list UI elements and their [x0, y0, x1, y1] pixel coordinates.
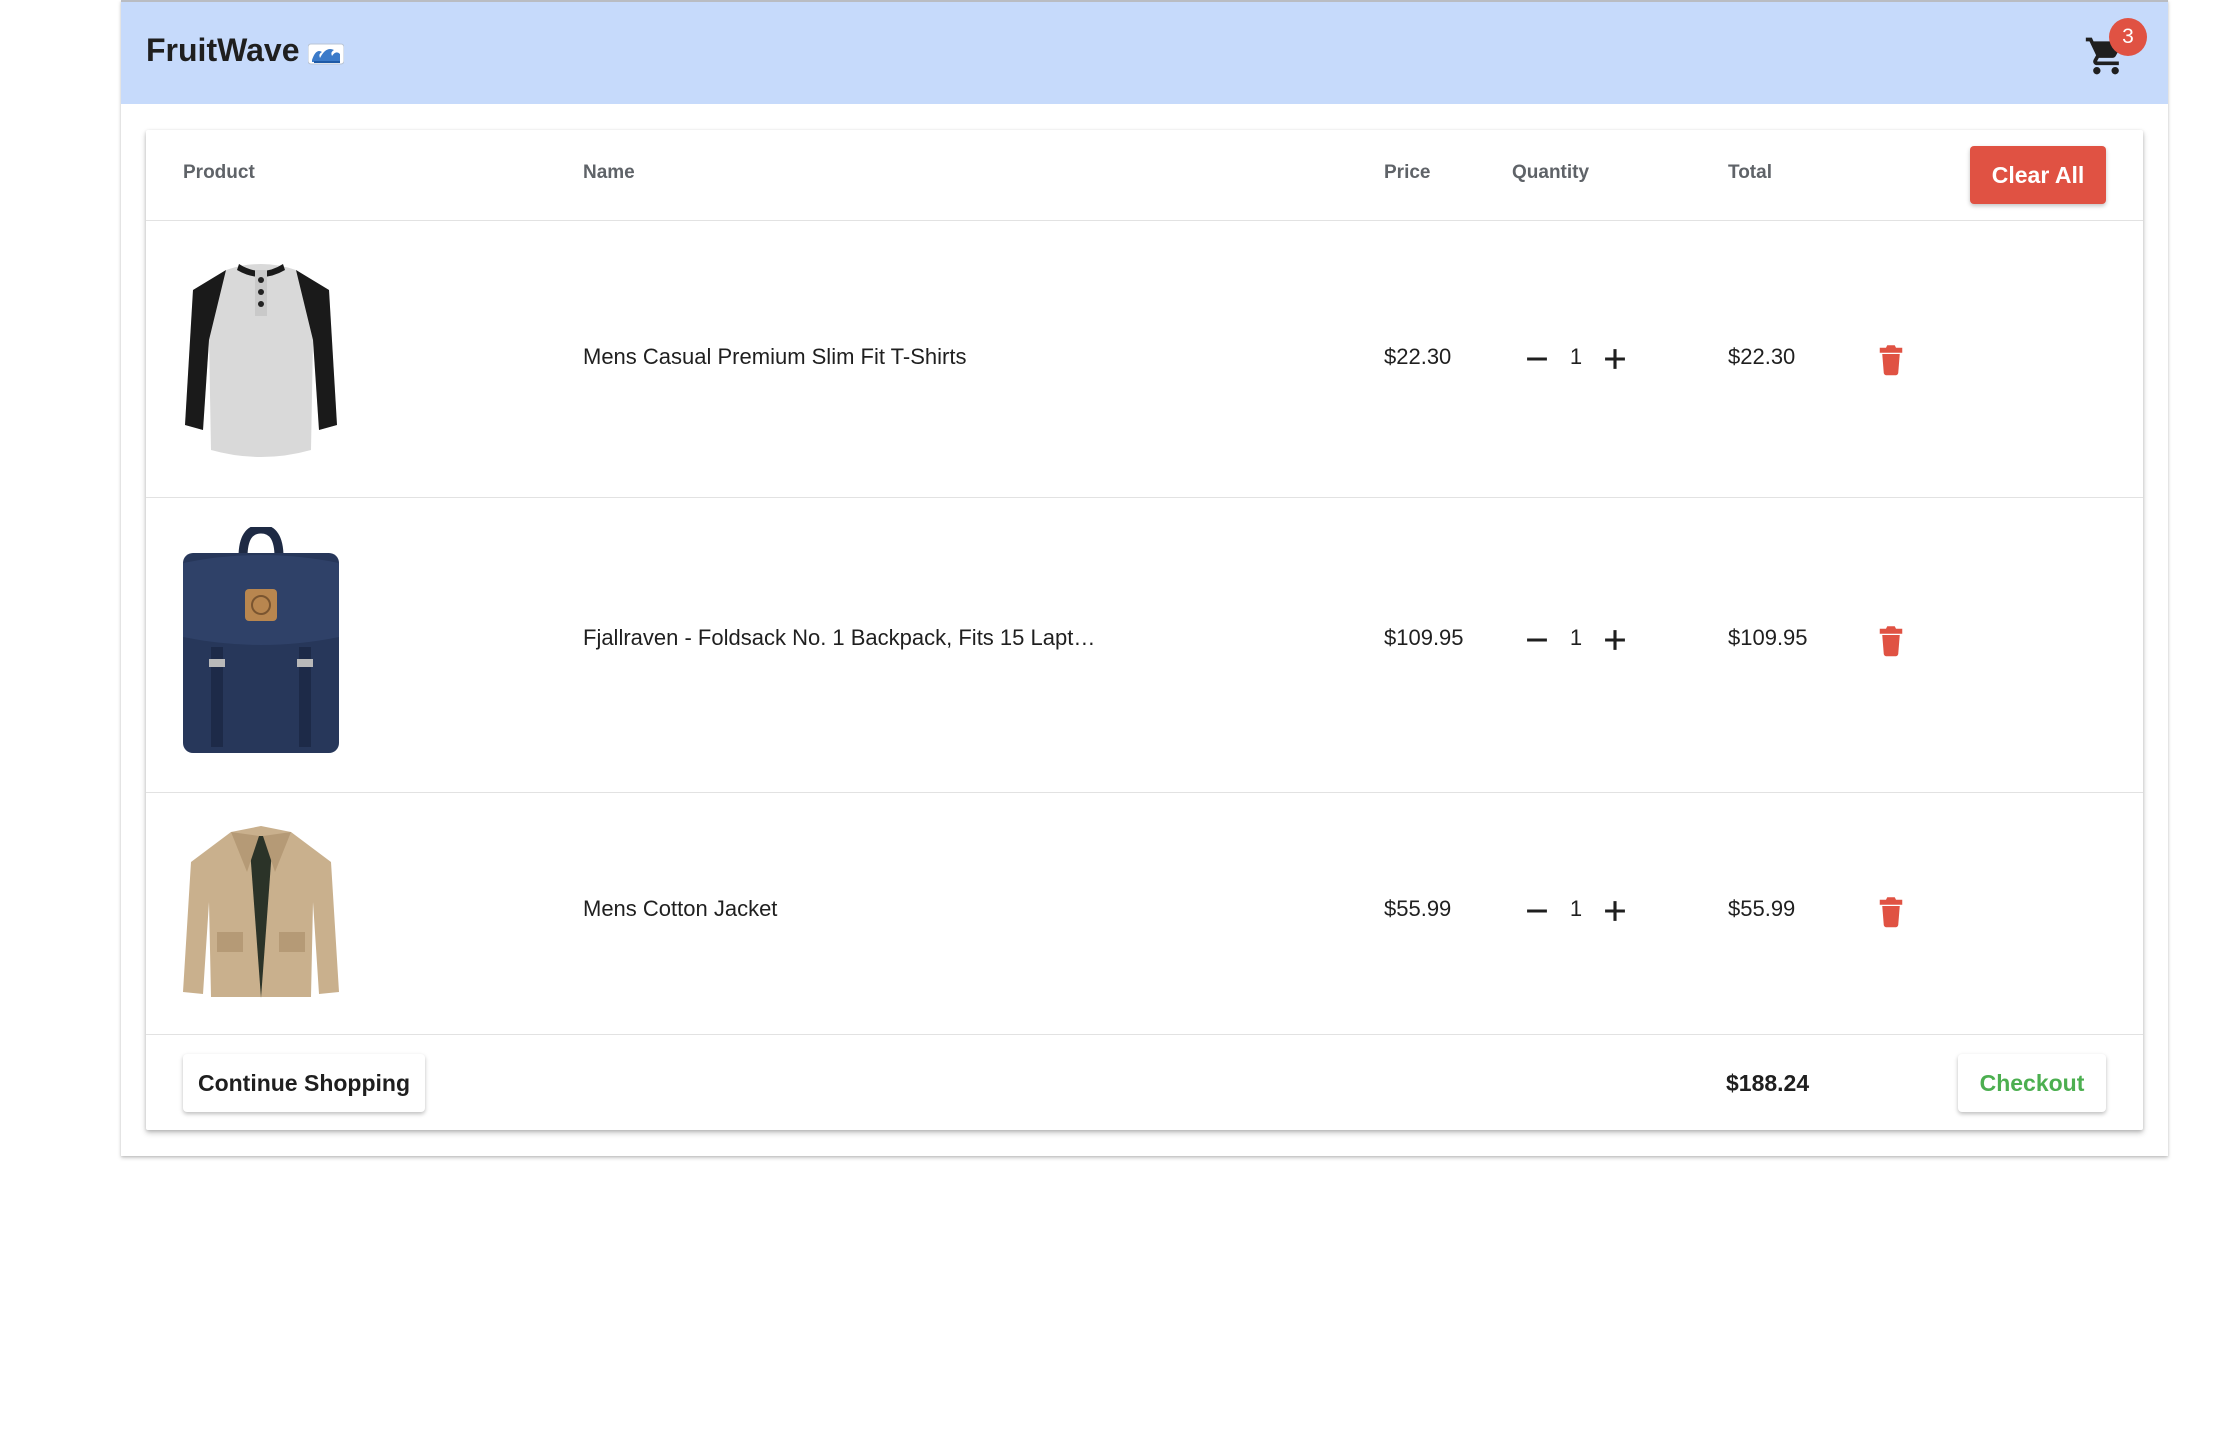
app-bar: FruitWave 3 [121, 0, 2168, 104]
plus-icon [1605, 349, 1625, 369]
column-header-price: Price [1384, 162, 1431, 183]
product-price: $22.30 [1384, 344, 1452, 369]
continue-shopping-button[interactable]: Continue Shopping [183, 1054, 425, 1112]
quantity-value: 1 [1569, 896, 1583, 921]
table-header: Product Name Price Quantity Total Clear … [146, 130, 2143, 221]
minus-icon [1527, 638, 1547, 642]
cart-table-card: Product Name Price Quantity Total Clear … [146, 130, 2143, 1130]
backpack-image [181, 524, 341, 762]
minus-icon [1527, 909, 1547, 913]
product-price: $55.99 [1384, 896, 1452, 921]
trash-icon [1879, 345, 1903, 376]
trash-icon [1879, 626, 1903, 657]
product-name: Fjallraven - Foldsack No. 1 Backpack, Fi… [583, 625, 1096, 650]
increase-quantity-button[interactable] [1598, 623, 1632, 657]
trash-icon [1879, 897, 1903, 928]
decrease-quantity-button[interactable] [1520, 342, 1554, 376]
row-total: $22.30 [1728, 344, 1796, 369]
plus-icon [1605, 630, 1625, 650]
increase-quantity-button[interactable] [1598, 894, 1632, 928]
product-price: $109.95 [1384, 625, 1464, 650]
increase-quantity-button[interactable] [1598, 342, 1632, 376]
quantity-value: 1 [1569, 625, 1583, 650]
plus-icon [1605, 901, 1625, 921]
delete-item-button[interactable] [1876, 894, 1906, 928]
grand-total: $188.24 [1726, 1070, 1810, 1096]
product-name: Mens Cotton Jacket [583, 896, 778, 921]
decrease-quantity-button[interactable] [1520, 894, 1554, 928]
brand[interactable]: FruitWave [146, 32, 344, 69]
clear-all-button[interactable]: Clear All [1970, 146, 2106, 204]
row-total: $55.99 [1728, 896, 1796, 921]
wave-icon [307, 37, 344, 65]
column-header-product: Product [183, 162, 255, 183]
table-row: Fjallraven - Foldsack No. 1 Backpack, Fi… [146, 497, 2143, 793]
product-name: Mens Casual Premium Slim Fit T-Shirts [583, 344, 967, 369]
app-window: FruitWave 3 Product Name Price Quantity … [121, 0, 2168, 1156]
brand-title: FruitWave [146, 32, 300, 68]
quantity-value: 1 [1569, 344, 1583, 369]
minus-icon [1527, 357, 1547, 361]
decrease-quantity-button[interactable] [1520, 623, 1554, 657]
henley-shirt-image [181, 250, 341, 470]
table-row: Mens Cotton Jacket $55.99 1 $55.99 [146, 792, 2143, 1035]
column-header-quantity: Quantity [1512, 162, 1590, 183]
jacket-image [181, 822, 341, 1007]
column-header-total: Total [1728, 162, 1772, 183]
cart-footer: Continue Shopping $188.24 Checkout [146, 1034, 2143, 1130]
row-total: $109.95 [1728, 625, 1808, 650]
column-header-name: Name [583, 162, 635, 183]
delete-item-button[interactable] [1876, 623, 1906, 657]
checkout-button[interactable]: Checkout [1958, 1054, 2106, 1112]
cart-count-badge: 3 [2109, 18, 2147, 56]
table-row: Mens Casual Premium Slim Fit T-Shirts $2… [146, 220, 2143, 498]
delete-item-button[interactable] [1876, 342, 1906, 376]
